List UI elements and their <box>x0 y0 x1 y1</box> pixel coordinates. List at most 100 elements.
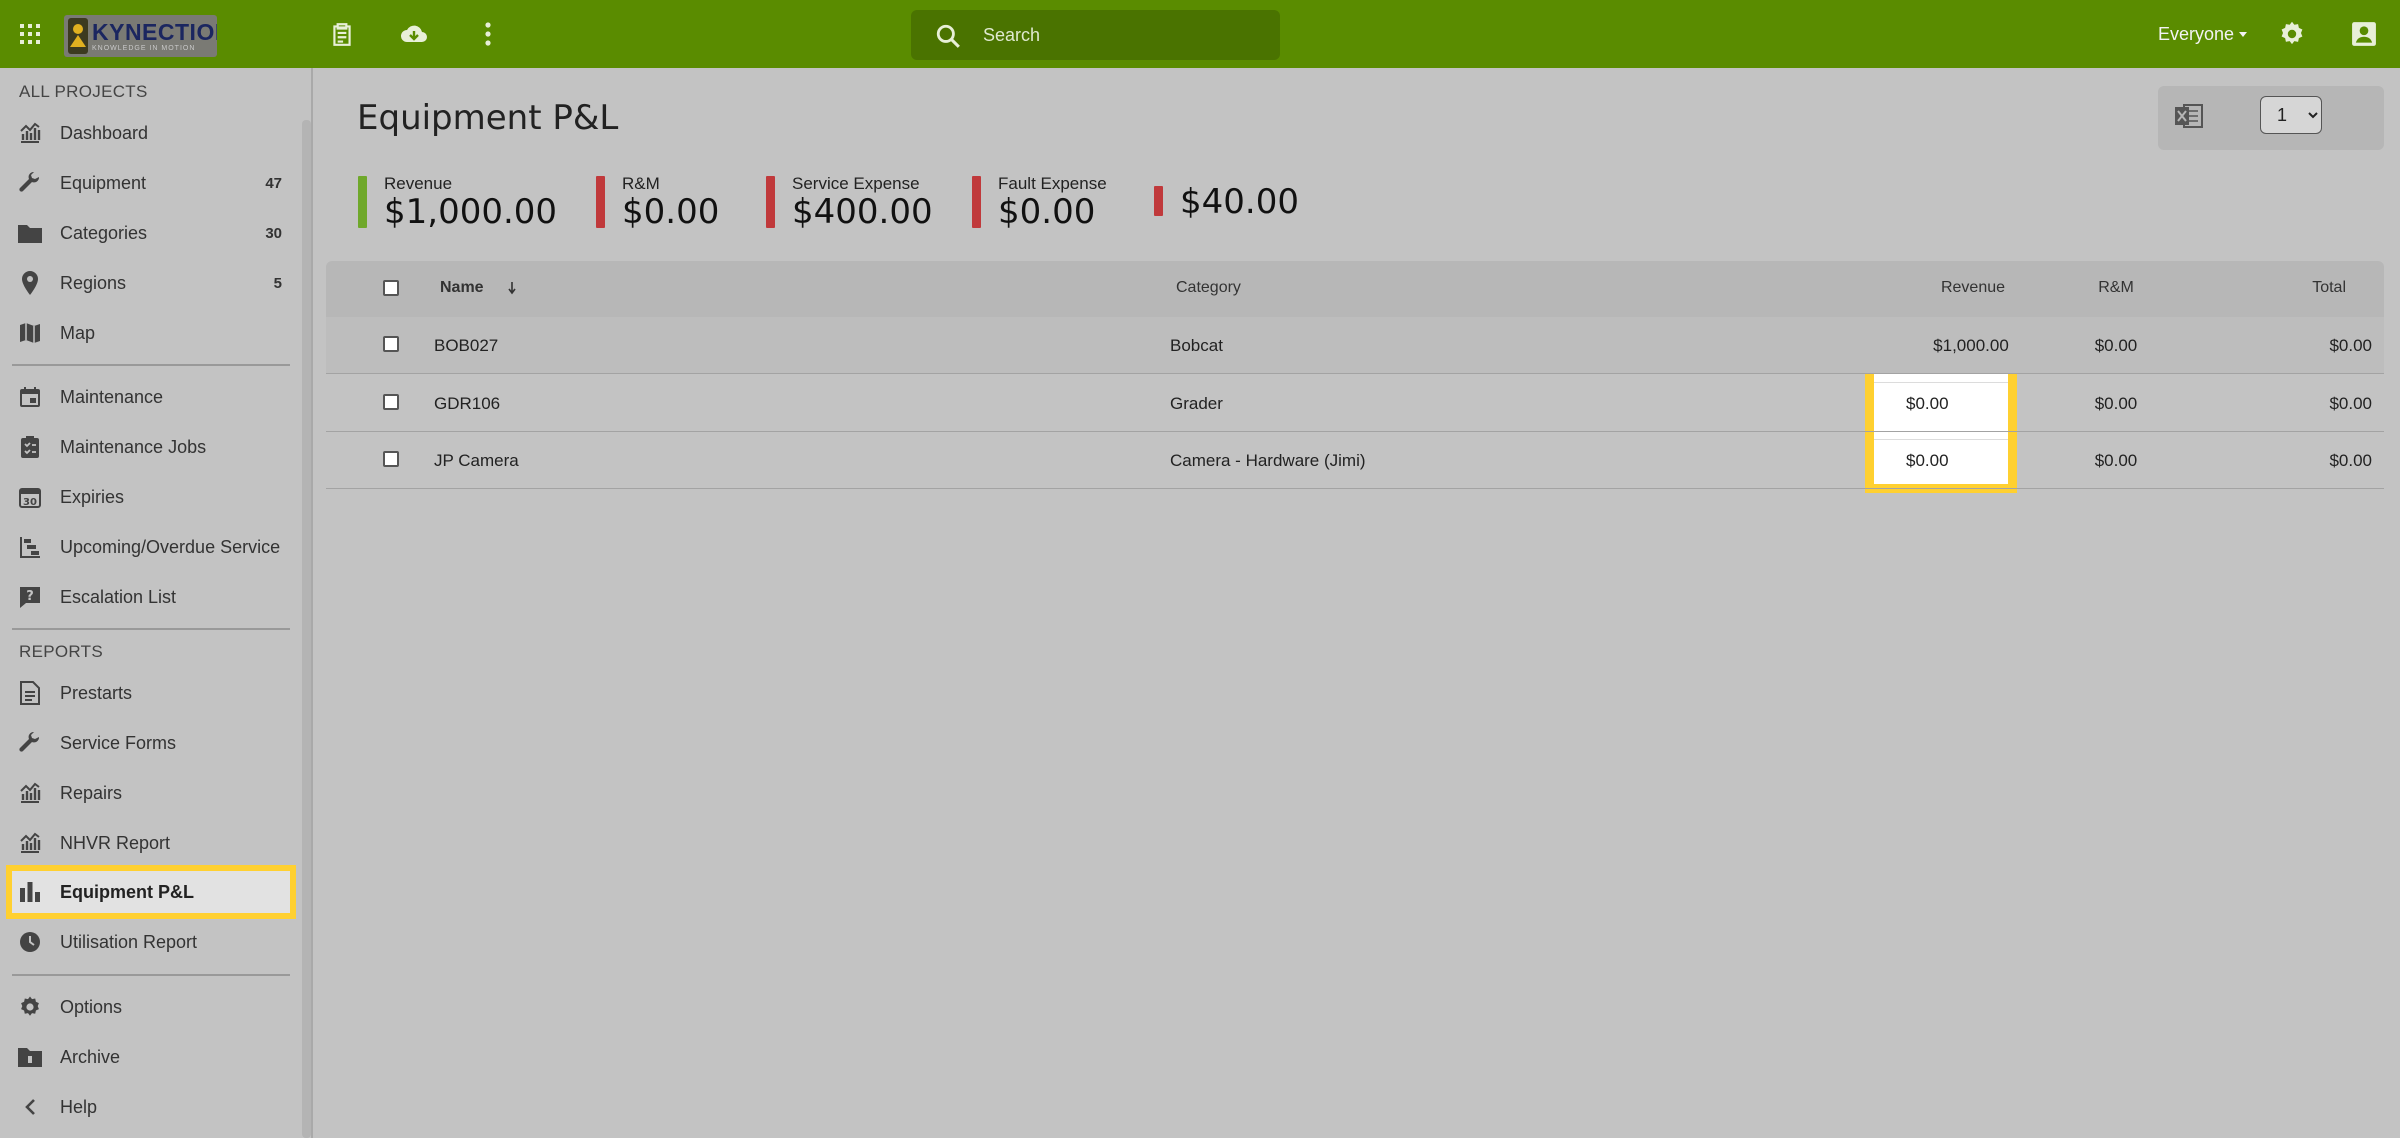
column-header-rm[interactable]: R&M <box>2066 279 2166 297</box>
cell-total: $0.00 <box>2329 451 2372 470</box>
rm-indicator-bar <box>596 176 605 228</box>
summary-value: $0.00 <box>998 192 1096 232</box>
cell-rm: $0.00 <box>2094 451 2138 470</box>
search-bar[interactable] <box>911 10 1280 60</box>
table-header: Name Category Revenue R&M Total <box>326 261 2384 317</box>
cell-revenue: $1,000.00 <box>1933 336 2009 355</box>
caret-down-icon <box>2239 31 2248 37</box>
location-pin-icon <box>16 269 44 297</box>
sidebar-item-map[interactable]: Map <box>0 310 296 356</box>
sidebar-item-nhvr-report[interactable]: NHVR Report <box>0 820 296 866</box>
top-bar: KYNECTION KNOWLEDGE IN MOTION Everyone <box>0 0 2400 68</box>
sidebar-item-archive[interactable]: Archive <box>0 1034 296 1080</box>
sidebar-item-label: Options <box>60 996 123 1017</box>
sidebar-item-help[interactable]: Help <box>0 1084 296 1130</box>
sidebar-item-expiries[interactable]: 30 Expiries <box>0 474 296 520</box>
account-icon[interactable] <box>2348 18 2380 50</box>
count-badge: 5 <box>273 274 282 292</box>
apps-grid-icon[interactable] <box>14 18 46 50</box>
sidebar-item-label: NHVR Report <box>60 832 171 853</box>
svg-text:30: 30 <box>23 497 37 508</box>
folder-icon <box>16 219 44 247</box>
row-checkbox[interactable] <box>383 336 399 352</box>
sidebar-item-escalation-list[interactable]: ? Escalation List <box>0 574 296 620</box>
sidebar-item-label: Help <box>60 1096 98 1117</box>
cell-name: GDR106 <box>434 394 501 413</box>
sidebar-item-utilisation-report[interactable]: Utilisation Report <box>0 919 296 965</box>
column-header-revenue[interactable]: Revenue <box>1913 279 2033 297</box>
summary-card-fault-expense: Fault Expense $0.00 <box>970 152 1150 252</box>
search-input[interactable] <box>983 22 1263 48</box>
column-header-total[interactable]: Total <box>2256 279 2346 297</box>
sidebar-item-label: Regions <box>60 272 127 293</box>
excel-export-icon[interactable] <box>2174 102 2204 135</box>
page-select[interactable]: 1 <box>2260 96 2322 134</box>
row-checkbox[interactable] <box>383 451 399 467</box>
sidebar-item-label: Utilisation Report <box>60 931 198 952</box>
sidebar-item-options[interactable]: Options <box>0 984 296 1030</box>
cloud-download-icon[interactable] <box>398 18 430 50</box>
sidebar-item-label: Service Forms <box>60 732 177 753</box>
cell-category: Bobcat <box>1170 336 1223 355</box>
sidebar-item-equipment-pl[interactable]: Equipment P&L <box>0 869 296 915</box>
summary-value: $1,000.00 <box>384 192 558 232</box>
sidebar-item-dashboard[interactable]: Dashboard <box>0 110 296 156</box>
sidebar-item-prestarts[interactable]: Prestarts <box>0 670 296 716</box>
clipboard-check-icon <box>16 433 44 461</box>
wrench-icon <box>16 169 44 197</box>
clipboard-icon[interactable] <box>326 18 358 50</box>
sidebar-item-label: Equipment P&L <box>60 881 194 902</box>
cell-total: $0.00 <box>2329 336 2372 355</box>
sidebar-item-label: Maintenance Jobs <box>60 436 207 457</box>
chart-icon <box>16 119 44 147</box>
sidebar-scrollbar[interactable] <box>302 120 311 1138</box>
summary-label: Revenue <box>384 174 453 193</box>
calendar-icon <box>16 383 44 411</box>
logo-tagline: KNOWLEDGE IN MOTION <box>92 44 196 52</box>
table-row[interactable]: JP Camera Camera - Hardware (Jimi) $0.00… <box>326 432 2384 489</box>
summary-label: Fault Expense <box>998 174 1107 193</box>
sidebar-item-categories[interactable]: Categories 30 <box>0 210 296 256</box>
select-all-checkbox[interactable] <box>383 280 399 296</box>
search-icon <box>935 23 961 54</box>
column-header-category[interactable]: Category <box>1176 279 1241 297</box>
summary-label: R&M <box>622 174 660 193</box>
count-badge: 30 <box>265 224 282 242</box>
sidebar-divider <box>12 364 290 366</box>
sidebar-item-regions[interactable]: Regions 5 <box>0 260 296 306</box>
column-header-name[interactable]: Name <box>440 279 516 297</box>
logo-text: KYNECTION <box>92 18 217 45</box>
summary-indicator-bar <box>1154 186 1163 216</box>
scope-dropdown[interactable]: Everyone <box>2158 22 2248 46</box>
wrench-icon <box>16 729 44 757</box>
kynection-logo[interactable]: KYNECTION KNOWLEDGE IN MOTION <box>64 15 217 57</box>
cell-name: BOB027 <box>434 336 499 355</box>
row-checkbox[interactable] <box>383 394 399 410</box>
chart-icon <box>16 829 44 857</box>
sidebar-item-maintenance[interactable]: Maintenance <box>0 374 296 420</box>
sidebar-item-label: Map <box>60 322 96 343</box>
sidebar-item-label: Escalation List <box>60 586 177 607</box>
sidebar-item-upcoming-overdue[interactable]: Upcoming/Overdue Service <box>0 524 296 570</box>
cell-rm: $0.00 <box>2094 394 2138 413</box>
column-header-label: Name <box>440 279 484 296</box>
sidebar-item-label: Equipment <box>60 172 147 193</box>
question-bubble-icon: ? <box>16 583 44 611</box>
table-row[interactable]: GDR106 Grader $0.00 $0.00 $0.00 <box>326 375 2384 432</box>
gear-icon[interactable] <box>2276 18 2308 50</box>
chevron-left-icon[interactable] <box>16 1093 44 1121</box>
summary-label: Service Expense <box>792 174 920 193</box>
revenue-indicator-bar <box>358 176 367 228</box>
sidebar-item-maintenance-jobs[interactable]: Maintenance Jobs <box>0 424 296 470</box>
sidebar-item-repairs[interactable]: Repairs <box>0 770 296 816</box>
sidebar-item-equipment[interactable]: Equipment 47 <box>0 160 296 206</box>
summary-value: $0.00 <box>622 192 720 232</box>
sidebar-divider <box>12 974 290 976</box>
more-vertical-icon[interactable] <box>472 18 504 50</box>
sidebar-item-service-forms[interactable]: Service Forms <box>0 720 296 766</box>
cell-category: Grader <box>1170 394 1223 413</box>
sidebar-item-label: Dashboard <box>60 122 149 143</box>
sidebar-item-label: Upcoming/Overdue Service <box>60 536 281 557</box>
table-row[interactable]: BOB027 Bobcat $1,000.00 $0.00 $0.00 <box>326 317 2384 374</box>
sidebar-item-label: Prestarts <box>60 682 133 703</box>
